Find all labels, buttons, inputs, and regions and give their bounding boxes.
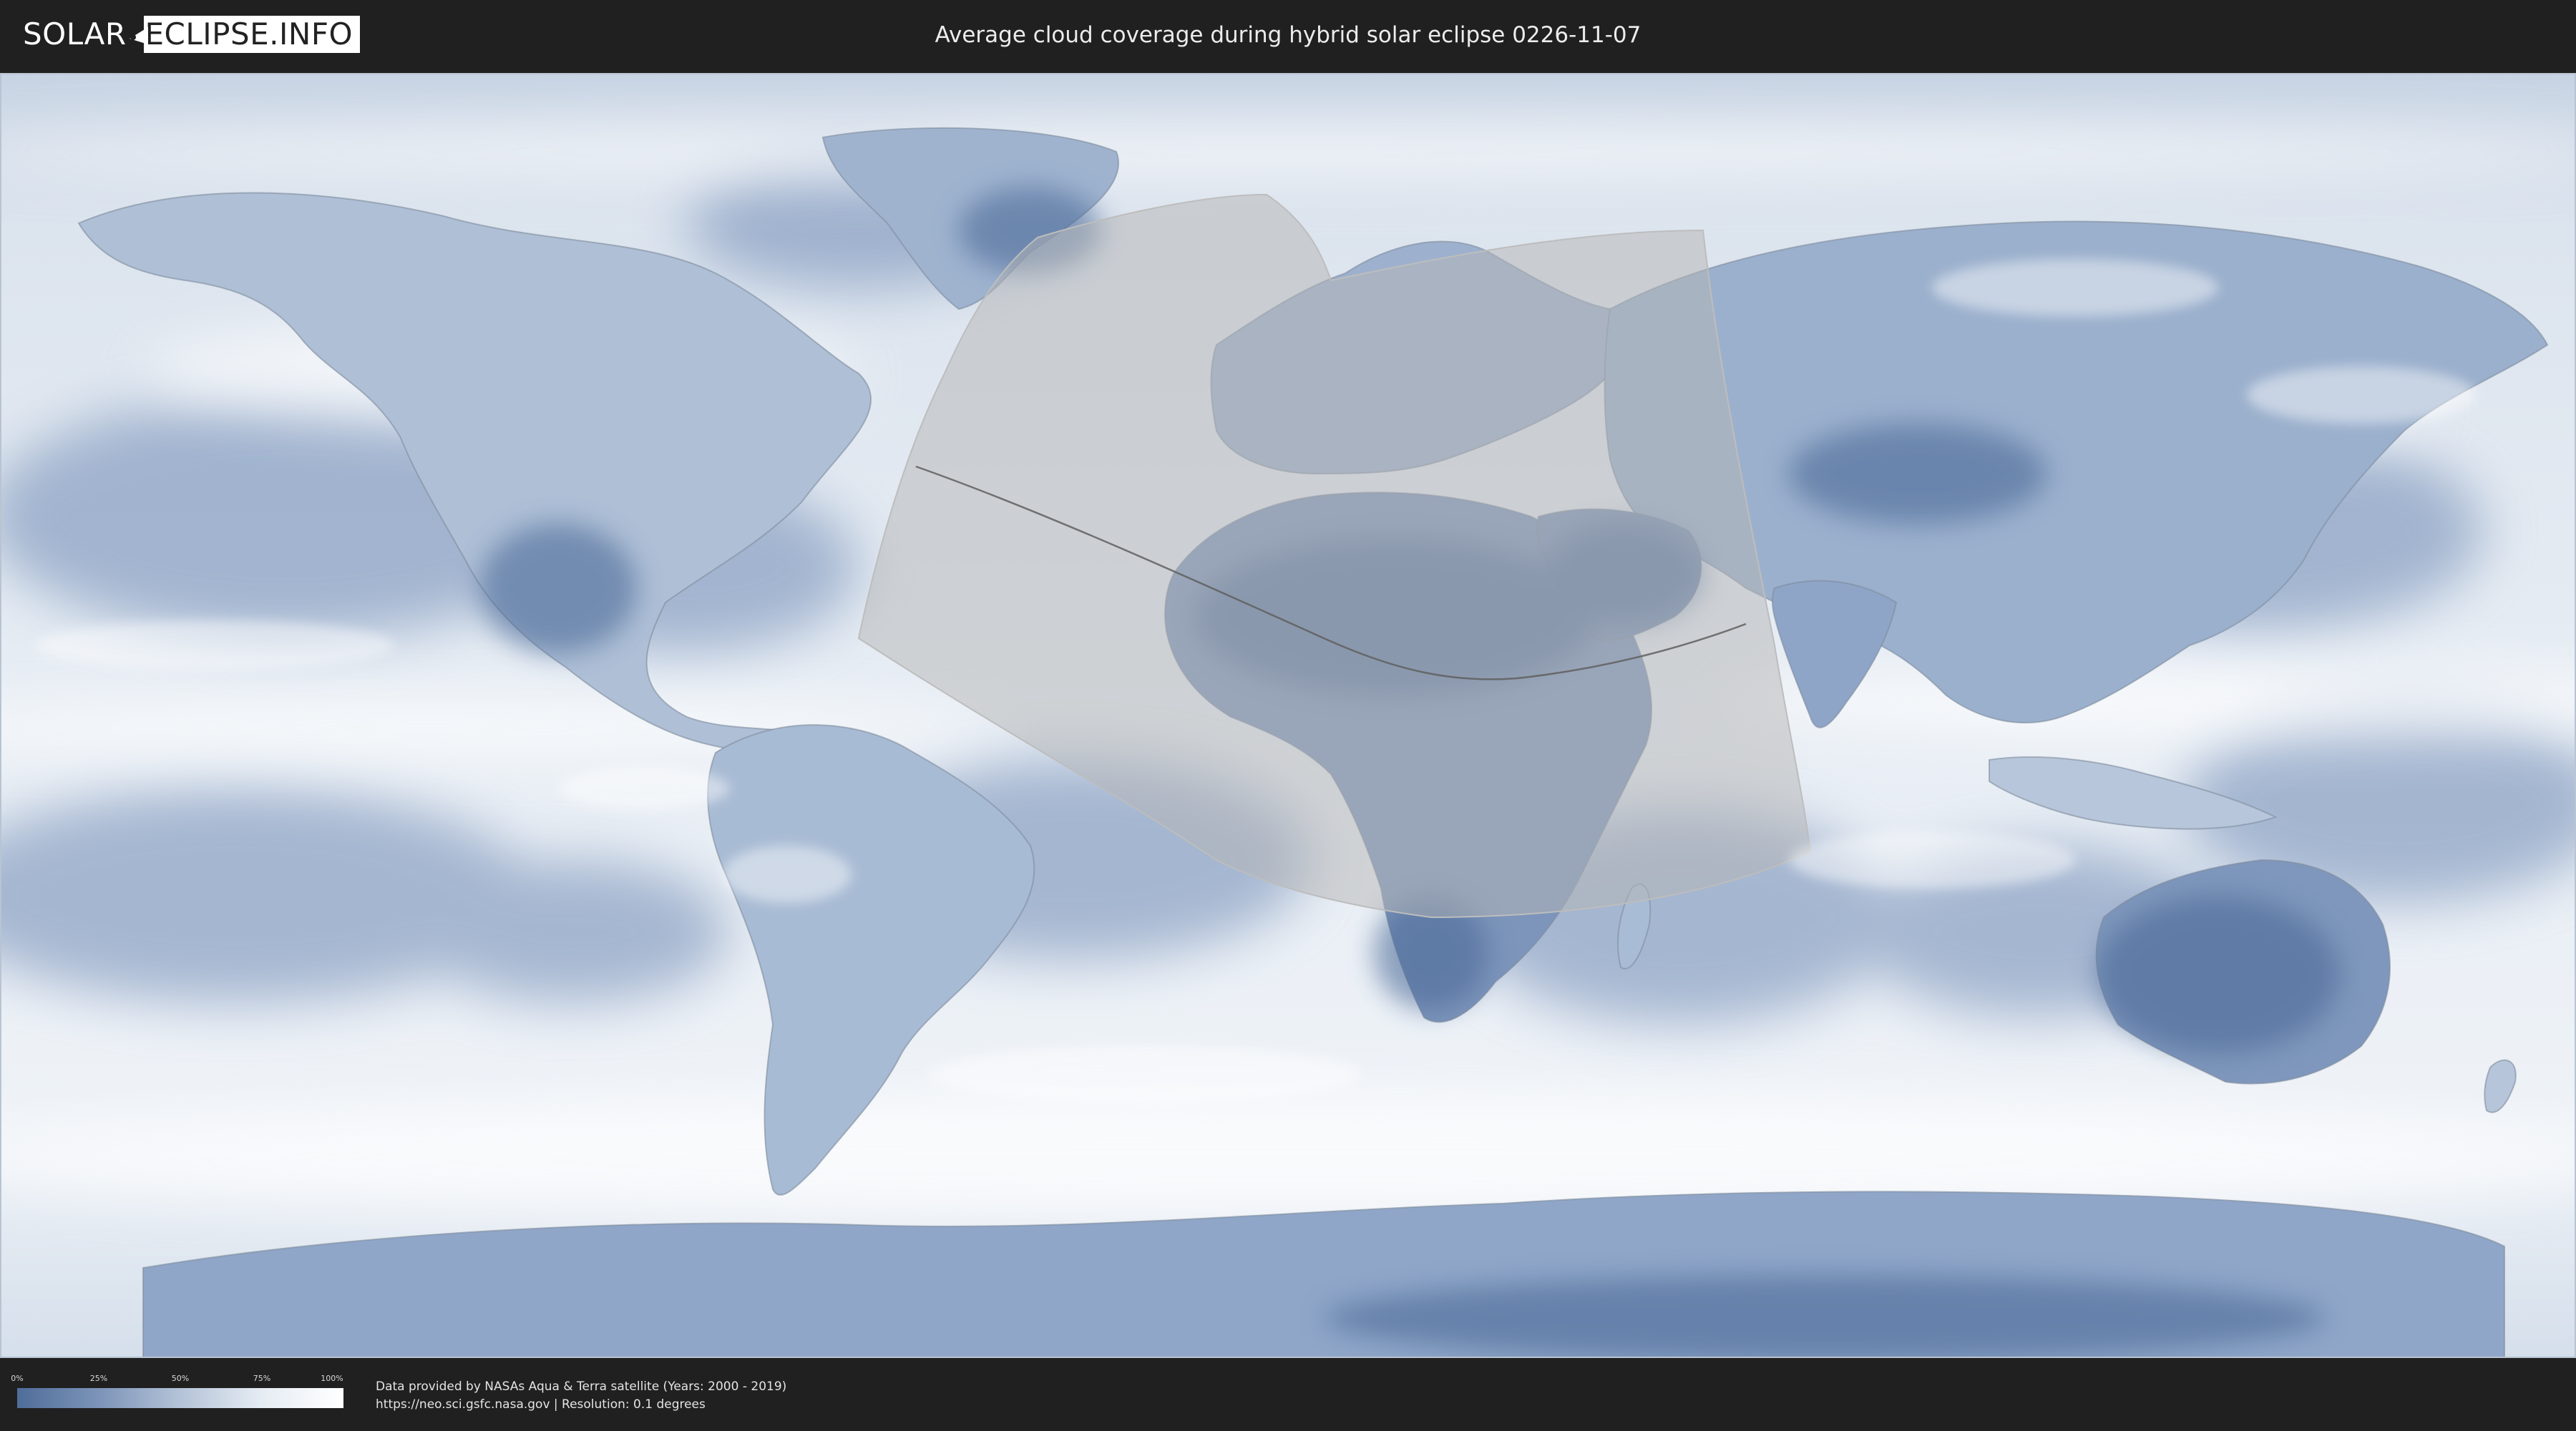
cloud-coverage-map[interactable]	[0, 73, 2576, 1358]
footer-bar: 0% 25% 50% 75% 100% Data provided by NAS…	[0, 1358, 2576, 1431]
header-bar: SOLAR ECLIPSE.INFO Average cloud coverag…	[0, 0, 2576, 73]
data-source-line: Data provided by NASAs Aqua & Terra sate…	[376, 1379, 787, 1394]
legend-tick-0: 0%	[11, 1374, 24, 1383]
world-map-svg	[0, 73, 2576, 1358]
data-source-info: Data provided by NASAs Aqua & Terra sate…	[376, 1378, 786, 1414]
legend-color-bar	[17, 1388, 343, 1408]
legend-tick-100: 100%	[321, 1374, 343, 1383]
app-window: SOLAR ECLIPSE.INFO Average cloud coverag…	[0, 0, 2576, 1431]
cloud-coverage-legend: 0% 25% 50% 75% 100%	[11, 1374, 343, 1418]
legend-tick-50: 50%	[171, 1374, 190, 1383]
data-resolution-line: https://neo.sci.gsfc.nasa.gov | Resoluti…	[376, 1397, 706, 1412]
page-title: Average cloud coverage during hybrid sol…	[935, 22, 1641, 48]
legend-tick-75: 75%	[253, 1374, 271, 1383]
legend-tick-25: 25%	[89, 1374, 108, 1383]
